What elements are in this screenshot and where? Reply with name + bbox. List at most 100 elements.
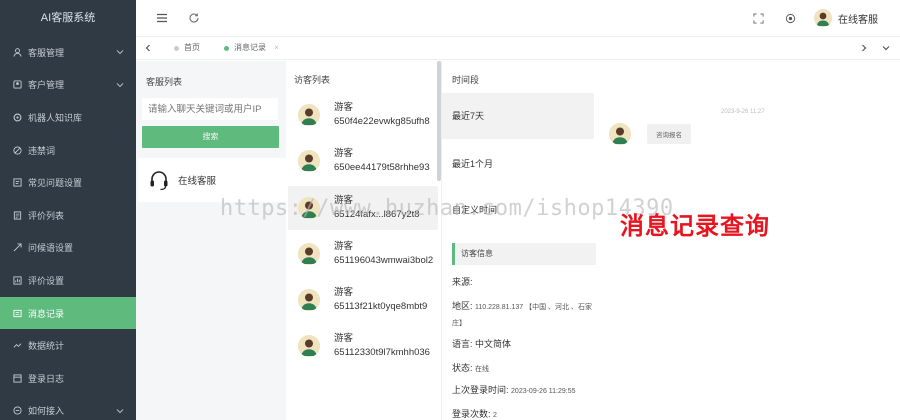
- visitor-panel-title: 访客列表: [294, 75, 331, 85]
- log-icon: [12, 373, 22, 383]
- sidebar-item-2[interactable]: 机器人知识库: [0, 101, 136, 134]
- sidebar-item-label: 评价设置: [28, 275, 65, 286]
- visitor-item[interactable]: 游客 650f4e22evwkg85ufh8: [288, 93, 438, 137]
- chevron-down-icon: [116, 81, 124, 89]
- visitor-avatar: [298, 289, 320, 311]
- sidebar-item-label: 违禁词: [28, 145, 56, 156]
- period-7-days[interactable]: 最近7天: [442, 93, 594, 139]
- sidebar-item-label: 客户管理: [28, 80, 65, 91]
- visitor-text: 游客 650ee44179t58rhhe93: [334, 147, 430, 175]
- visitor-avatar: [298, 150, 320, 172]
- user-group-icon: [12, 80, 22, 90]
- visitor-id: 65113f21kt0yqe8mbt9: [334, 301, 428, 312]
- sidebar-item-3[interactable]: 违禁词: [0, 134, 136, 167]
- info-region-label: 地区:: [452, 301, 473, 311]
- sidebar-item-10[interactable]: 登录日志: [0, 362, 136, 395]
- sidebar-item-label: 消息记录: [28, 308, 65, 319]
- visitor-id: 650ee44179t58rhhe93: [334, 162, 430, 173]
- sidebar-menu: 客服管理客户管理机器人知识库 违禁词常见问题设置评价列表问候语设置评价设置消息记录…: [0, 36, 136, 420]
- visitor-item[interactable]: 游客 65113f21kt0yqe8mbt9: [288, 278, 438, 322]
- sidebar-item-6[interactable]: 问候语设置: [0, 232, 136, 265]
- user-menu[interactable]: 在线客服: [814, 8, 878, 28]
- message-avatar: [609, 123, 631, 145]
- sidebar-item-label: 如何接入: [28, 406, 65, 417]
- info-status-label: 状态:: [452, 363, 473, 373]
- sidebar-item-label: 评价列表: [28, 210, 65, 221]
- visitor-avatar: [298, 104, 320, 126]
- sidebar-item-11[interactable]: 如何接入: [0, 395, 136, 420]
- chevron-down-icon: [116, 407, 124, 415]
- visitor-id: 651196043wmwai3bol2: [334, 255, 434, 266]
- visitor-item[interactable]: 游客 65112330t9l7kmhh036: [288, 324, 438, 368]
- search-button[interactable]: 搜索: [142, 126, 279, 148]
- tab-dropdown-icon[interactable]: [878, 40, 894, 56]
- faq-icon: [12, 178, 22, 188]
- info-last-login: 上次登录时间: 2023-09-26 11:29:55: [452, 383, 576, 396]
- tab-message-records[interactable]: 消息记录 ×: [222, 37, 279, 59]
- block-icon: [12, 145, 22, 155]
- info-last-login-label: 上次登录时间:: [452, 385, 509, 395]
- link-icon: [12, 406, 22, 416]
- visitor-text: 游客 65113f21kt0yqe8mbt9: [334, 286, 427, 314]
- top-header: 在线客服: [136, 0, 900, 36]
- sidebar-item-9[interactable]: 数据统计: [0, 329, 136, 362]
- visitor-id: 65112330t9l7kmhh036: [334, 347, 430, 358]
- menu-icon[interactable]: [154, 10, 170, 26]
- info-login-count-label: 登录次数:: [452, 409, 491, 419]
- rating-settings-icon: [12, 275, 22, 285]
- sidebar-item-4[interactable]: 常见问题设置: [0, 166, 136, 199]
- sidebar-item-0[interactable]: 客服管理: [0, 36, 136, 69]
- info-language: 语言: 中文简体: [452, 337, 511, 350]
- sidebar-item-label: 客服管理: [28, 47, 65, 58]
- info-status: 状态: 在线: [452, 361, 489, 374]
- visitor-text: 游客 651196043wmwai3bol2: [334, 240, 433, 268]
- sidebar-item-label: 机器人知识库: [28, 112, 83, 123]
- visitor-name: 游客: [334, 241, 354, 252]
- user-avatar: [814, 9, 832, 27]
- fullscreen-icon[interactable]: [750, 10, 766, 26]
- message-icon: [12, 308, 22, 318]
- headset-icon: [148, 169, 170, 191]
- visitor-name: 游客: [334, 148, 354, 159]
- message-item: 咨询报名: [609, 123, 691, 145]
- sidebar-item-1[interactable]: 客户管理: [0, 69, 136, 102]
- info-region-value: 110.228.81.137 【中国 、河北 、石家庄】: [452, 304, 593, 327]
- info-source: 来源:: [452, 275, 473, 288]
- sidebar-item-label: 问候语设置: [28, 243, 74, 254]
- tab-scroll-left-icon[interactable]: [140, 40, 156, 56]
- sidebar-item-7[interactable]: 评价设置: [0, 264, 136, 297]
- rating-list-icon: [12, 210, 22, 220]
- tab-scroll-right-icon[interactable]: [856, 40, 872, 56]
- tab-home[interactable]: 首页: [172, 37, 200, 59]
- search-input[interactable]: [142, 98, 278, 120]
- theme-icon[interactable]: [782, 10, 798, 26]
- time-panel-title: 时间段: [452, 75, 480, 85]
- tab-close-icon[interactable]: ×: [274, 43, 279, 52]
- sidebar-item-8[interactable]: 消息记录: [0, 296, 136, 330]
- info-source-label: 来源:: [452, 277, 473, 287]
- period-1-month[interactable]: 最近1个月: [442, 141, 594, 187]
- visitor-item[interactable]: 游客 651196043wmwai3bol2: [288, 232, 438, 276]
- message-bubble: 咨询报名: [647, 124, 691, 144]
- visitor-item[interactable]: 游客 650ee44179t58rhhe93: [288, 139, 438, 183]
- info-status-value: 在线: [475, 366, 490, 373]
- sidebar-item-5[interactable]: 评价列表: [0, 199, 136, 232]
- refresh-icon[interactable]: [186, 10, 202, 26]
- visitor-name: 游客: [334, 287, 354, 298]
- time-panel: 时间段 最近7天 最近1个月 自定义时间 访客信息 来源: 地区: 110.22…: [441, 61, 599, 420]
- info-language-label: 语言:: [452, 339, 473, 349]
- user-icon: [12, 47, 22, 57]
- robot-icon: [12, 112, 22, 122]
- tab-dot-active: [224, 46, 229, 51]
- tab-dot: [174, 46, 179, 51]
- visitor-name: 游客: [334, 102, 354, 113]
- visitor-text: 游客 650f4e22evwkg85ufh8: [334, 101, 430, 129]
- visitor-info-title: 访客信息: [452, 243, 596, 265]
- greeting-icon: [12, 243, 22, 253]
- sidebar-item-label: 登录日志: [28, 373, 65, 384]
- visitor-text: 游客 65112330t9l7kmhh036: [334, 332, 430, 360]
- app-title: AI客服系统: [40, 12, 96, 24]
- visitor-name: 游客: [334, 333, 354, 344]
- promo-caption: 消息记录查询: [620, 213, 770, 240]
- tab-bar: 首页 消息记录 ×: [136, 36, 900, 60]
